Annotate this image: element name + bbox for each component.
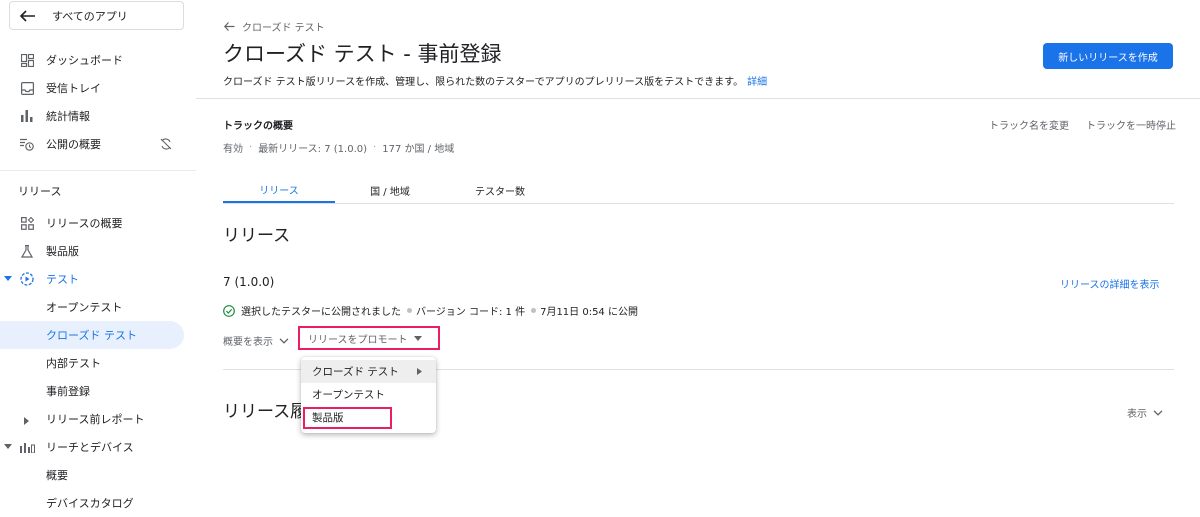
caret-right-icon [24, 415, 29, 428]
header-divider [196, 98, 1200, 99]
sync-disabled-icon [160, 138, 172, 153]
sidebar-item-closed-testing[interactable]: クローズド テスト [0, 321, 184, 349]
main-content: クローズド テスト クローズド テスト - 事前登録 クローズド テスト版リリー… [196, 0, 1200, 517]
rename-track-button[interactable]: トラック名を変更 [989, 117, 1069, 132]
sidebar-item-testing[interactable]: テスト [0, 265, 184, 293]
sidebar-item-label: オープンテスト [46, 301, 123, 314]
sidebar-section-release: リリース [18, 185, 62, 198]
reach-devices-icon [19, 439, 35, 455]
sidebar-item-dashboard[interactable]: ダッシュボード [0, 46, 184, 74]
menu-item-closed-testing[interactable]: クローズド テスト [301, 360, 436, 383]
release-version: 7 (1.0.0) [223, 275, 275, 289]
sidebar-item-open-testing[interactable]: オープンテスト [0, 293, 184, 321]
all-apps-label: すべてのアプリ [52, 9, 128, 23]
sidebar-item-pre-registration[interactable]: 事前登録 [0, 377, 184, 405]
pause-track-button[interactable]: トラックを一時停止 [1086, 117, 1176, 132]
sidebar-item-label: テスト [46, 273, 79, 286]
sidebar-item-internal-testing[interactable]: 内部テスト [0, 349, 184, 377]
arrow-left-icon [20, 9, 38, 23]
publishing-overview-icon [19, 136, 35, 152]
tab-releases[interactable]: リリース [223, 177, 335, 203]
sidebar-item-label: ダッシュボード [46, 54, 123, 67]
sidebar-divider [0, 170, 196, 171]
promote-menu: クローズド テスト オープンテスト 製品版 [301, 357, 436, 433]
sidebar-item-label: 事前登録 [46, 385, 90, 398]
sidebar-item-label: 公開の概要 [46, 138, 101, 151]
sidebar: すべてのアプリ ダッシュボード 受信トレイ 統計情報 公開の概要 リリース リリ [0, 0, 196, 517]
sidebar-item-label: リリース前レポート [46, 413, 145, 426]
promote-release-label: リリースをプロモート [308, 334, 408, 346]
page-description-text: クローズド テスト版リリースを作成、管理し、限られた数のテスターでアプリのプレリ… [223, 77, 744, 88]
tab-testers[interactable]: テスター数 [445, 177, 555, 203]
sidebar-item-label: 内部テスト [46, 357, 101, 370]
sidebar-item-label: 統計情報 [46, 110, 90, 123]
release-overview-icon [19, 215, 35, 231]
chevron-down-icon [279, 337, 289, 344]
sidebar-item-label: 受信トレイ [46, 82, 101, 95]
caret-right-icon [417, 368, 422, 375]
menu-item-label: オープンテスト [312, 389, 385, 401]
chevron-down-icon [1153, 409, 1163, 416]
track-latest-release: 最新リリース: 7 (1.0.0) [258, 144, 368, 155]
sidebar-item-reach-overview[interactable]: 概要 [0, 461, 184, 489]
caret-down-icon [4, 443, 12, 452]
breadcrumb-label: クローズド テスト [242, 23, 325, 34]
check-circle-icon [223, 304, 235, 317]
view-release-details-link[interactable]: リリースの詳細を表示 [1060, 276, 1160, 291]
track-summary-label: トラックの概要 [223, 121, 293, 132]
separator-dot [407, 308, 412, 313]
sidebar-item-publishing-overview[interactable]: 公開の概要 [0, 130, 184, 158]
releases-heading: リリース [223, 226, 291, 246]
production-icon [19, 243, 35, 259]
page-description: クローズド テスト版リリースを作成、管理し、限られた数のテスターでアプリのプレリ… [223, 73, 767, 88]
sidebar-item-label: 概要 [46, 469, 68, 482]
promote-release-dropdown[interactable]: リリースをプロモート [298, 326, 440, 350]
tab-bar: リリース 国 / 地域 テスター数 [223, 177, 1174, 204]
menu-item-open-testing[interactable]: オープンテスト [301, 383, 436, 406]
track-meta: 有効 · 最新リリース: 7 (1.0.0) · 177 か国 / 地域 [223, 140, 454, 155]
separator-dot: · [373, 142, 377, 153]
sidebar-item-label: デバイスカタログ [46, 497, 134, 510]
show-summary-label: 概要を表示 [223, 337, 273, 348]
menu-item-label: クローズド テスト [312, 366, 399, 378]
separator-dot [531, 308, 537, 313]
show-label: 表示 [1127, 409, 1147, 420]
separator-dot: · [249, 142, 253, 153]
sidebar-item-label: リリースの概要 [46, 217, 123, 230]
sidebar-item-label: リーチとデバイス [46, 441, 134, 454]
sidebar-item-reach-devices[interactable]: リーチとデバイス [0, 433, 184, 461]
sidebar-item-label: 製品版 [46, 245, 79, 258]
version-code-text: バージョン コード: 1 件 [416, 307, 526, 318]
sidebar-item-production[interactable]: 製品版 [0, 237, 184, 265]
breadcrumb[interactable]: クローズド テスト [224, 19, 325, 34]
back-arrow-icon [224, 21, 236, 32]
sidebar-item-inbox[interactable]: 受信トレイ [0, 74, 184, 102]
dashboard-icon [19, 52, 35, 68]
show-summary-toggle[interactable]: 概要を表示 [223, 333, 289, 348]
tab-countries[interactable]: 国 / 地域 [335, 177, 445, 203]
published-text: 7月11日 0:54 に公開 [540, 307, 638, 318]
details-link[interactable]: 詳細 [747, 77, 767, 88]
production-highlight-box [303, 407, 392, 429]
show-history-toggle[interactable]: 表示 [1127, 405, 1163, 420]
release-status-row: 選択したテスターに公開されました バージョン コード: 1 件 7月11日 0:… [223, 303, 638, 318]
sidebar-item-statistics[interactable]: 統計情報 [0, 102, 184, 130]
testing-icon [19, 271, 35, 287]
sidebar-item-device-catalog[interactable]: デバイスカタログ [0, 489, 184, 517]
track-status: 有効 [223, 144, 243, 155]
page-title: クローズド テスト - 事前登録 [223, 42, 502, 66]
create-release-button[interactable]: 新しいリリースを作成 [1043, 43, 1173, 69]
release-history-heading: リリース履 [223, 402, 308, 422]
sidebar-item-label: クローズド テスト [46, 329, 137, 342]
sidebar-item-pre-launch-report[interactable]: リリース前レポート [0, 405, 184, 433]
sidebar-item-release-overview[interactable]: リリースの概要 [0, 209, 184, 237]
release-status-text: 選択したテスターに公開されました [241, 307, 401, 318]
caret-down-icon [413, 335, 422, 341]
bar-chart-icon [19, 108, 35, 124]
inbox-icon [19, 80, 35, 96]
all-apps-button[interactable]: すべてのアプリ [9, 1, 184, 30]
track-countries: 177 か国 / 地域 [382, 144, 455, 155]
caret-down-icon [4, 275, 12, 284]
